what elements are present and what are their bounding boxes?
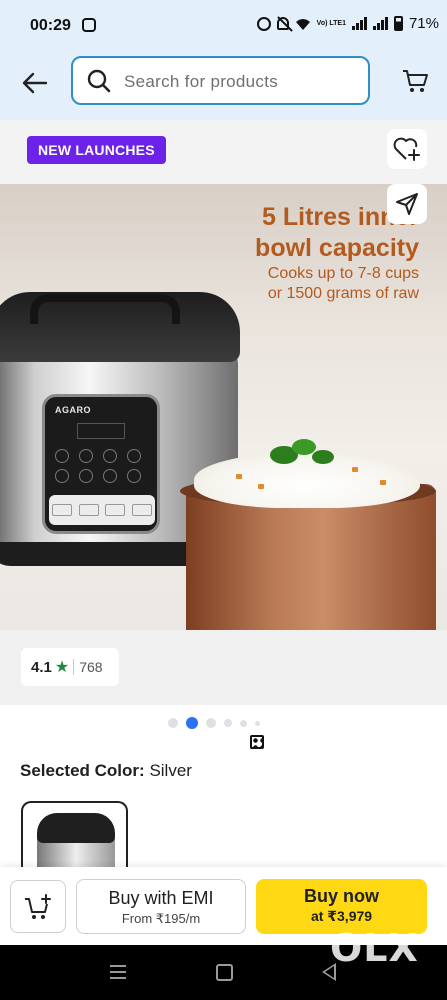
buy-now-price: at ₹3,979 (310, 908, 373, 924)
status-bar: 00:29 Vo) LTE1 71% (0, 0, 447, 749)
status-right: Vo) LTE1 71% (256, 15, 439, 32)
mute-icon (276, 17, 289, 30)
image-headline-line2: bowl capacity (255, 234, 419, 262)
pager-dot[interactable] (168, 718, 178, 728)
panel-strip (49, 495, 155, 525)
carrot-piece (352, 467, 358, 472)
heart-plus-icon (393, 137, 420, 161)
battery-percent: 71% (408, 15, 439, 32)
buy-now-title: Buy now (304, 886, 379, 906)
color-swatch-silver[interactable] (21, 801, 128, 871)
rating-value: 4.1 (31, 658, 52, 676)
pager-dot[interactable] (255, 720, 260, 726)
emi-title: Buy with EMI (108, 888, 214, 908)
notification-icons (82, 18, 264, 749)
rating-chip[interactable]: 4.1 ★ 768 (21, 648, 119, 686)
volte-label: Vo) LTE1 (316, 20, 346, 27)
herb-garnish (312, 450, 334, 464)
pager-dot-active[interactable] (186, 717, 198, 729)
rice-cooker-handle (30, 294, 180, 324)
image-sub-line2: or 1500 grams of raw (267, 285, 419, 302)
search-input[interactable]: Search for products (71, 56, 370, 105)
signal-icon-2 (372, 17, 388, 30)
panel-display (77, 423, 125, 439)
cart-icon[interactable] (400, 65, 430, 95)
product-image[interactable]: 5 Litres inner bowl capacity Cooks up to… (0, 184, 447, 630)
menu-icon[interactable] (110, 965, 126, 979)
image-pager[interactable] (168, 717, 260, 729)
wifi-icon (295, 18, 310, 30)
new-launches-badge: NEW LAUNCHES (27, 136, 166, 164)
wishlist-button[interactable] (387, 129, 427, 169)
emi-subtitle: From ₹195/m (121, 911, 201, 926)
divider (73, 659, 75, 675)
search-placeholder: Search for products (124, 72, 279, 91)
status-time: 00:29 (30, 17, 71, 34)
pager-dot[interactable] (206, 718, 216, 728)
battery-icon (393, 16, 403, 31)
pager-dot[interactable] (224, 719, 232, 727)
brand-label: AGARO (55, 405, 91, 415)
alarm-icon (256, 16, 271, 31)
selected-color-label: Selected Color: (20, 761, 145, 780)
panel-buttons (55, 449, 151, 483)
control-panel: AGARO (42, 394, 160, 534)
share-icon (396, 193, 418, 215)
message-icon (82, 18, 96, 32)
back-arrow-icon[interactable] (20, 68, 50, 98)
carrot-piece (236, 474, 242, 479)
olx-watermark: OLX (330, 926, 419, 970)
image-subtext: Cooks up to 7-8 cups or 1500 grams of ra… (268, 264, 419, 304)
carrot-piece (380, 480, 386, 485)
app-icon (250, 735, 264, 749)
star-icon: ★ (54, 659, 70, 676)
selected-color-value: Silver (149, 761, 192, 780)
rice (194, 452, 420, 508)
carrot-piece (258, 484, 264, 489)
buy-with-emi-button[interactable]: Buy with EMI From ₹195/m (76, 879, 246, 934)
search-icon (87, 69, 111, 93)
cart-plus-icon (25, 893, 51, 919)
add-to-cart-button[interactable] (10, 880, 66, 933)
signal-icon (351, 17, 367, 30)
product-gallery[interactable]: NEW LAUNCHES 5 Litres inner bowl capacit… (0, 120, 447, 705)
image-sub-line1: Cooks up to 7-8 cups (267, 265, 419, 282)
rating-count: 768 (79, 659, 103, 675)
home-icon[interactable] (216, 964, 233, 981)
pager-dot[interactable] (240, 719, 247, 727)
share-button[interactable] (387, 184, 427, 224)
swatch-cooker-lid (37, 813, 115, 843)
selected-color: Selected Color: Silver (20, 761, 192, 781)
header: Search for products (0, 50, 447, 120)
